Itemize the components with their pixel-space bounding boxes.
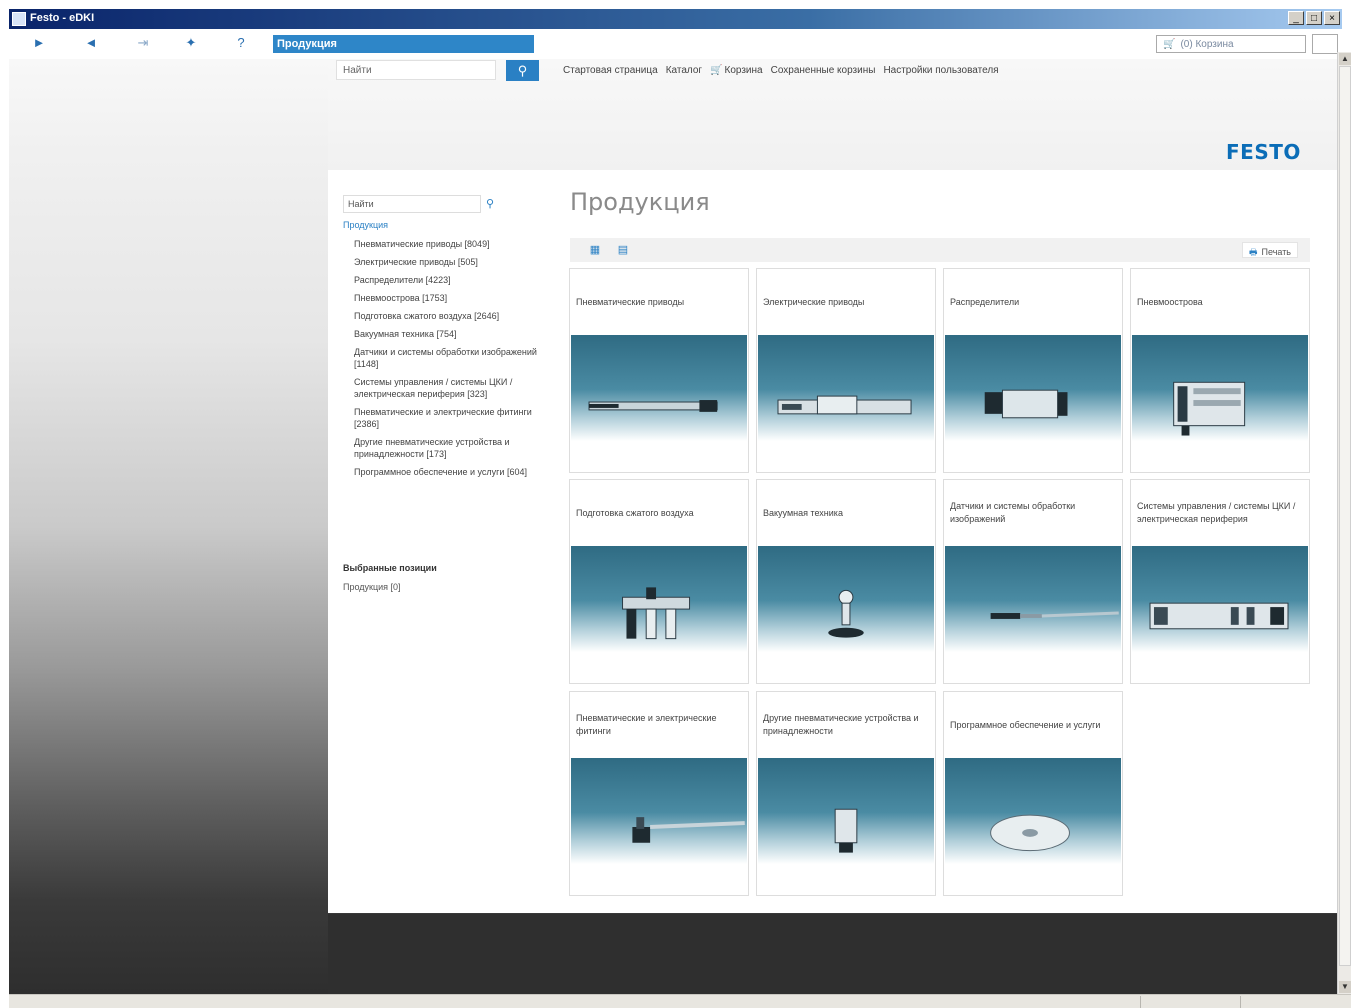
- product-card[interactable]: Системы управления / системы ЦКИ / элект…: [1130, 479, 1310, 684]
- sidebar-category-list: Пневматические приводы [8049] Электричес…: [354, 238, 542, 484]
- close-button[interactable]: ×: [1324, 11, 1340, 25]
- sensor-product-image: [945, 546, 1121, 682]
- product-card[interactable]: Пневмоострова: [1130, 268, 1310, 473]
- status-segment: [1140, 996, 1240, 1008]
- product-card[interactable]: Другие пневматические устройства и прина…: [756, 691, 936, 896]
- product-card-label: Вакуумная техника: [763, 507, 843, 518]
- scrollbar-thumb[interactable]: [1339, 66, 1351, 966]
- status-bar: [0, 994, 1351, 1008]
- selected-items-link[interactable]: Продукция [0]: [343, 582, 401, 592]
- help-icon[interactable]: ?: [231, 35, 251, 51]
- product-card-label: Системы управления / системы ЦКИ / элект…: [1137, 501, 1296, 524]
- cart-box-label: (0) Корзина: [1180, 39, 1234, 50]
- sidebar-item[interactable]: Пневматические приводы [8049]: [354, 238, 542, 250]
- product-card-label: Подготовка сжатого воздуха: [576, 507, 694, 518]
- product-card-label: Датчики и системы обработки изображений: [950, 501, 1076, 524]
- cd-product-image: [945, 758, 1121, 894]
- product-card-label: Пневматические и электрические фитинги: [576, 713, 717, 736]
- sidebar-item[interactable]: Подготовка сжатого воздуха [2646]: [354, 310, 542, 322]
- product-card[interactable]: Пневматические приводы: [569, 268, 749, 473]
- link-saved-carts[interactable]: Сохраненные корзины: [771, 65, 876, 76]
- window-title-bar: Festo - eDKI _ □ ×: [9, 9, 1342, 29]
- sidebar-item[interactable]: Распределители [4223]: [354, 274, 542, 286]
- product-card[interactable]: Пневматические и электрические фитинги: [569, 691, 749, 896]
- maximize-button[interactable]: □: [1306, 11, 1322, 25]
- electric-axis-product-image: [758, 335, 934, 471]
- sidebar-search-input[interactable]: Найти: [343, 195, 481, 213]
- sidebar-item[interactable]: Пневмоострова [1753]: [354, 292, 542, 304]
- link-user-settings[interactable]: Настройки пользователя: [883, 65, 998, 76]
- print-button[interactable]: 🖶 Печать: [1242, 242, 1298, 258]
- page-title: Продукция: [570, 188, 710, 216]
- window-title: Festo - eDKI: [30, 12, 95, 24]
- cart-box[interactable]: 🛒 (0) Корзина: [1156, 35, 1306, 53]
- top-links: Стартовая страница Каталог 🛒 Корзина Сохр…: [563, 65, 999, 76]
- add-icon[interactable]: ✦: [181, 35, 201, 51]
- list-view-icon[interactable]: ▤: [616, 243, 630, 257]
- sidebar-item[interactable]: Другие пневматические устройства и прина…: [354, 436, 542, 460]
- valve-product-image: [945, 335, 1121, 471]
- status-segment: [1240, 996, 1340, 1008]
- link-cart-label: Корзина: [724, 65, 763, 76]
- selected-items-heading: Выбранные позиции: [343, 563, 437, 573]
- tab-products[interactable]: Продукция: [273, 35, 534, 53]
- forward-icon[interactable]: ►: [29, 35, 49, 51]
- controller-product-image: [1132, 546, 1308, 682]
- link-start-page[interactable]: Стартовая страница: [563, 65, 658, 76]
- valve-terminal-product-image: [1132, 335, 1308, 471]
- printer-icon: 🖶: [1249, 247, 1258, 257]
- sidebar-item[interactable]: Программное обеспечение и услуги [604]: [354, 466, 542, 478]
- minimize-button[interactable]: _: [1288, 11, 1304, 25]
- cart-icon: 🛒: [1163, 39, 1176, 50]
- sidebar-item[interactable]: Системы управления / системы ЦКИ / элект…: [354, 376, 542, 400]
- product-card[interactable]: Распределители: [943, 268, 1123, 473]
- product-card-label: Другие пневматические устройства и прина…: [763, 713, 919, 736]
- product-card-label: Электрические приводы: [763, 296, 865, 307]
- print-label: Печать: [1261, 247, 1291, 257]
- top-search-button[interactable]: ⚲: [506, 60, 539, 81]
- navigation-toolbar: ► ◄ ⇥ ✦ ? Продукция 🛒 (0) Корзина: [9, 29, 1342, 59]
- product-card-label: Пневматические приводы: [576, 296, 685, 307]
- sidebar-item[interactable]: Электрические приводы [505]: [354, 256, 542, 268]
- vertical-scrollbar[interactable]: ▲ ▼: [1337, 52, 1351, 994]
- search-icon: ⚲: [517, 63, 528, 78]
- view-toolbar: ▦ ▤ 🖶 Печать: [570, 238, 1310, 262]
- window-controls: _ □ ×: [1288, 11, 1340, 25]
- search-icon[interactable]: ⚲: [486, 197, 500, 211]
- product-card-label: Распределители: [950, 296, 1020, 307]
- product-card[interactable]: Датчики и системы обработки изображений: [943, 479, 1123, 684]
- product-card[interactable]: Вакуумная техника: [756, 479, 936, 684]
- link-catalog[interactable]: Каталог: [666, 65, 702, 76]
- festo-logo: FESTO: [1226, 140, 1301, 164]
- silencer-product-image: [758, 758, 934, 894]
- vacuum-cup-product-image: [758, 546, 934, 682]
- scroll-up-icon[interactable]: ▲: [1339, 53, 1351, 65]
- sidebar-root-link[interactable]: Продукция: [343, 220, 388, 230]
- sidebar-item[interactable]: Датчики и системы обработки изображений …: [354, 346, 542, 370]
- product-grid: Пневматические приводы Электрические при…: [569, 268, 1314, 898]
- fitting-product-image: [571, 758, 747, 894]
- product-card-label: Программное обеспечение и услуги: [950, 719, 1101, 730]
- sidebar-item[interactable]: Пневматические и электрические фитинги […: [354, 406, 542, 430]
- cylinder-product-image: [571, 335, 747, 471]
- product-card[interactable]: Программное обеспечение и услуги: [943, 691, 1123, 896]
- app-icon: [12, 12, 26, 26]
- product-card[interactable]: Подготовка сжатого воздуха: [569, 479, 749, 684]
- product-card[interactable]: Электрические приводы: [756, 268, 936, 473]
- next-icon[interactable]: ⇥: [133, 35, 153, 51]
- sidebar-item[interactable]: Вакуумная техника [754]: [354, 328, 542, 340]
- cart-icon: 🛒: [710, 65, 723, 76]
- top-search-input[interactable]: Найти: [336, 60, 496, 80]
- grid-view-icon[interactable]: ▦: [588, 243, 602, 257]
- product-card-label: Пневмоострова: [1137, 296, 1203, 307]
- toolbar-square-button[interactable]: [1312, 34, 1338, 54]
- back-icon[interactable]: ◄: [81, 35, 101, 51]
- scroll-down-icon[interactable]: ▼: [1339, 981, 1351, 993]
- link-cart[interactable]: 🛒 Корзина: [710, 65, 763, 76]
- air-prep-product-image: [571, 546, 747, 682]
